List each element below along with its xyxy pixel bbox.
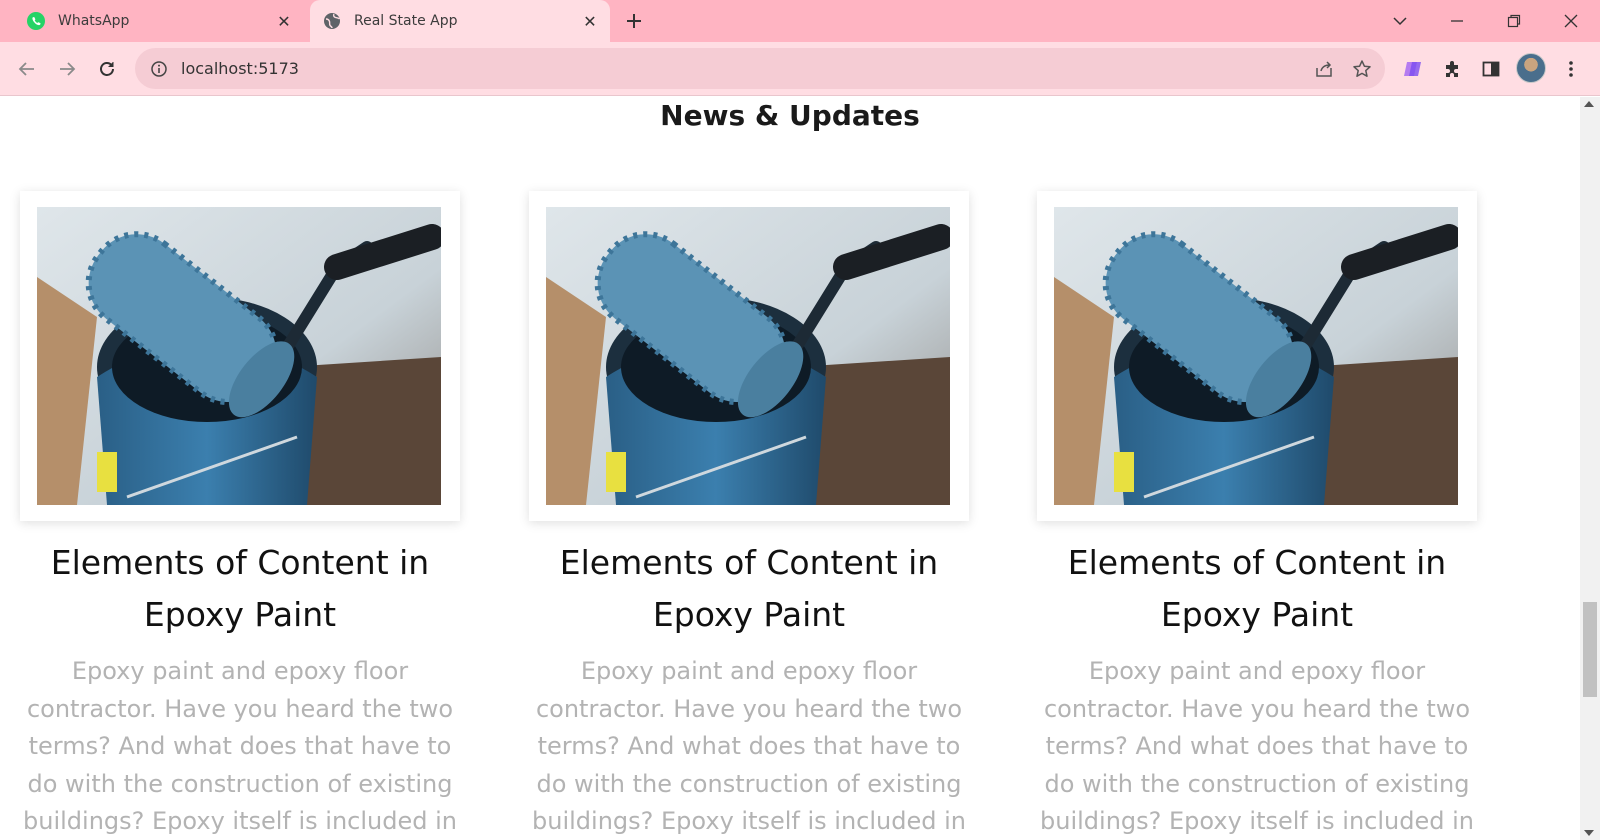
card-description: Epoxy paint and epoxy floor contractor. … (532, 657, 966, 835)
tab-strip: WhatsApp ✕ Real State App ✕ (0, 0, 1600, 42)
minimize-icon (1451, 20, 1463, 22)
avatar[interactable] (1516, 53, 1546, 83)
card-description: Epoxy paint and epoxy floor contractor. … (1040, 657, 1474, 835)
news-card[interactable]: Elements of Content in Epoxy Paint Epoxy… (20, 191, 460, 840)
scroll-up-arrow-icon[interactable] (1584, 101, 1594, 107)
card-image-frame (20, 191, 460, 521)
close-icon (1564, 14, 1578, 28)
card-heading[interactable]: Elements of Content in Epoxy Paint (20, 537, 460, 641)
paint-roller-image (1054, 207, 1458, 505)
forward-button[interactable] (52, 54, 82, 84)
back-button[interactable] (12, 54, 42, 84)
tab-search-button[interactable] (1375, 0, 1425, 42)
restore-icon (1507, 14, 1521, 28)
paint-roller-image (546, 207, 950, 505)
browser-toolbar: localhost:5173 (0, 42, 1600, 96)
reload-button[interactable] (92, 54, 122, 84)
arrow-right-icon (60, 62, 76, 76)
news-card[interactable]: Elements of Content in Epoxy Paint Epoxy… (1037, 191, 1477, 840)
side-panel-icon[interactable] (1476, 54, 1506, 84)
minimize-button[interactable] (1432, 0, 1482, 42)
paint-roller-image (37, 207, 441, 505)
close-icon[interactable]: ✕ (272, 9, 296, 33)
reload-icon (100, 62, 114, 76)
restore-button[interactable] (1489, 0, 1539, 42)
share-icon[interactable] (1309, 54, 1339, 84)
tab-title: WhatsApp (58, 13, 130, 29)
puzzle-icon[interactable] (1437, 54, 1467, 84)
plus-icon (627, 14, 641, 28)
new-tab-button[interactable] (620, 8, 648, 34)
card-description: Epoxy paint and epoxy floor contractor. … (23, 657, 457, 835)
tab-title: Real State App (354, 13, 458, 29)
section-title: News & Updates (660, 99, 920, 132)
globe-icon (322, 11, 342, 31)
close-icon[interactable]: ✕ (578, 9, 602, 33)
extension-icon[interactable] (1398, 54, 1428, 84)
card-heading[interactable]: Elements of Content in Epoxy Paint (1037, 537, 1477, 641)
scrollbar-thumb[interactable] (1583, 602, 1597, 697)
star-icon[interactable] (1347, 54, 1377, 84)
scroll-down-arrow-icon[interactable] (1584, 830, 1594, 836)
card-image-frame (529, 191, 969, 521)
vertical-scrollbar[interactable] (1580, 97, 1600, 840)
whatsapp-icon (26, 11, 46, 31)
news-card[interactable]: Elements of Content in Epoxy Paint Epoxy… (529, 191, 969, 840)
arrow-left-icon (18, 62, 34, 76)
more-menu-icon[interactable] (1556, 54, 1586, 84)
close-window-button[interactable] (1546, 0, 1596, 42)
address-bar[interactable]: localhost:5173 (135, 48, 1385, 89)
card-image-frame (1037, 191, 1477, 521)
page-viewport: News & Updates Elements of Content in Ep… (0, 97, 1580, 840)
tab-real-state-app[interactable]: Real State App ✕ (310, 0, 610, 42)
card-heading[interactable]: Elements of Content in Epoxy Paint (529, 537, 969, 641)
tab-whatsapp[interactable]: WhatsApp ✕ (14, 0, 304, 42)
info-icon[interactable] (149, 59, 169, 79)
chevron-down-icon (1393, 17, 1407, 26)
url-text[interactable]: localhost:5173 (181, 59, 1309, 78)
